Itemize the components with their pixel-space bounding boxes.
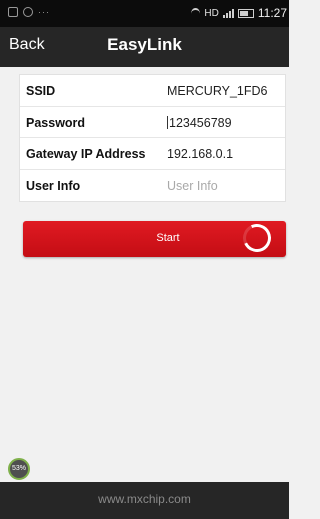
password-field[interactable]: 123456789: [167, 115, 232, 130]
status-time: 11:27: [257, 6, 287, 20]
start-button[interactable]: Start: [23, 220, 286, 257]
user-info-row: User Info User Info: [20, 170, 285, 202]
footer-bar: www.mxchip.com: [0, 482, 289, 519]
gateway-ip-row: Gateway IP Address 192.168.0.1: [20, 138, 285, 170]
progress-badge[interactable]: 53%: [8, 458, 30, 480]
ssid-row: SSID MERCURY_1FD6: [20, 75, 285, 107]
gateway-ip-label: Gateway IP Address: [26, 147, 146, 161]
gateway-ip-field[interactable]: 192.168.0.1: [167, 147, 233, 161]
spinner-icon: [239, 220, 275, 256]
text-cursor: [167, 115, 168, 129]
status-right-icons: HD 11:27: [191, 6, 287, 20]
more-notifications-icon: ···: [38, 7, 50, 17]
config-form: SSID MERCURY_1FD6 Password 123456789 Gat…: [19, 74, 286, 202]
signal-icon: [222, 8, 234, 18]
wifi-icon: [191, 7, 201, 19]
ssid-field[interactable]: MERCURY_1FD6: [167, 84, 268, 98]
user-info-field[interactable]: User Info: [167, 179, 218, 193]
footer-link[interactable]: www.mxchip.com: [0, 492, 289, 506]
status-left-icons: ···: [8, 7, 50, 17]
password-row: Password 123456789: [20, 107, 285, 138]
battery-icon: [237, 8, 254, 18]
ssid-label: SSID: [26, 84, 56, 98]
gallery-icon: [8, 7, 18, 17]
password-label: Password: [26, 115, 86, 130]
password-value: 123456789: [169, 115, 232, 130]
page-title: EasyLink: [107, 35, 182, 54]
nav-bar: Back EasyLink: [0, 27, 289, 67]
network-type-label: HD: [204, 7, 219, 19]
settings-icon: [23, 7, 33, 17]
status-bar: ··· HD 11:27: [0, 0, 289, 27]
user-info-label: User Info: [26, 178, 81, 193]
